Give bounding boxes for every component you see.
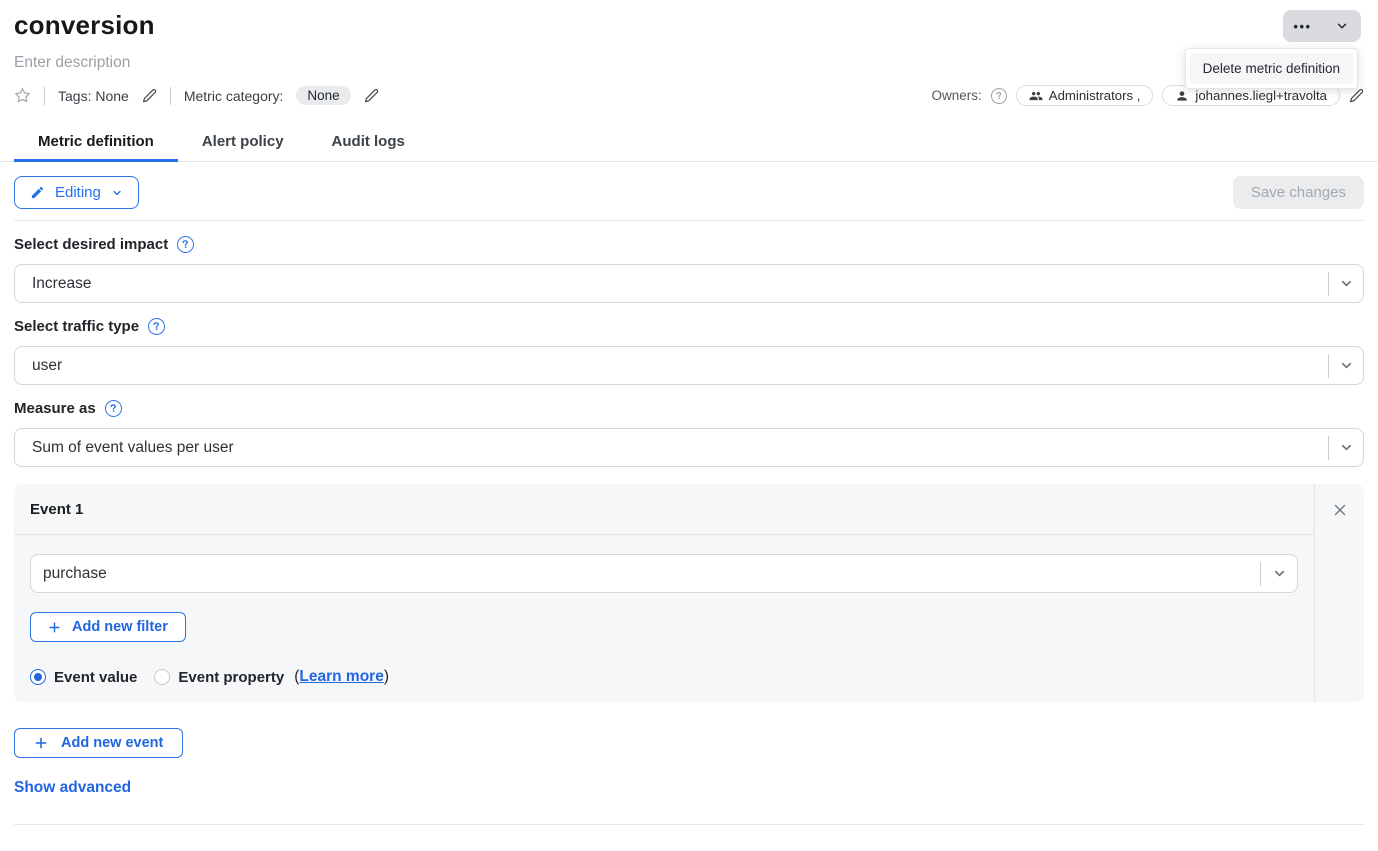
person-icon	[1175, 89, 1189, 103]
add-new-event-button[interactable]: Add new event	[14, 728, 183, 758]
owner-pill-group[interactable]: Administrators ,	[1016, 85, 1154, 106]
owners-label: Owners:	[932, 88, 982, 103]
event-card-main: Event 1 purchase Add new filter	[14, 484, 1315, 702]
event-card-title: Event 1	[14, 484, 1314, 535]
event-name-select[interactable]: purchase	[30, 554, 1298, 593]
editing-label: Editing	[55, 184, 101, 201]
tab-audit-logs[interactable]: Audit logs	[308, 131, 429, 161]
plus-icon	[34, 736, 48, 750]
more-actions-split-button: •••	[1283, 10, 1361, 42]
edit-category-button[interactable]	[364, 88, 379, 103]
traffic-label-text: Select traffic type	[14, 318, 139, 335]
traffic-field-label: Select traffic type ?	[14, 318, 1364, 335]
metric-category-badge[interactable]: None	[296, 86, 350, 105]
star-icon	[14, 87, 31, 104]
menu-item-delete-metric[interactable]: Delete metric definition	[1190, 53, 1353, 84]
measure-help-icon[interactable]: ?	[104, 399, 123, 418]
event-value-radio[interactable]	[30, 669, 46, 685]
tags-label: Tags: None	[58, 88, 129, 104]
add-new-filter-button[interactable]: Add new filter	[30, 612, 186, 642]
owner-group-name: Administrators ,	[1049, 88, 1141, 103]
meta-row: Tags: None Metric category: None Owners:…	[14, 85, 1364, 106]
traffic-select[interactable]: user	[14, 346, 1364, 385]
divider-vertical	[170, 87, 171, 105]
pencil-icon	[1349, 88, 1364, 103]
event-value-radio-label: Event value	[54, 669, 137, 686]
remove-event-button[interactable]	[1331, 501, 1349, 519]
divider-horizontal	[14, 824, 1364, 825]
page-header: conversion ••• Delete metric definition	[14, 0, 1364, 41]
edit-toolbar: Editing Save changes	[14, 176, 1364, 209]
radio-group-event-value: Event value	[30, 669, 137, 686]
more-actions-menu: Delete metric definition	[1185, 48, 1358, 89]
pencil-icon	[142, 88, 157, 103]
measure-select[interactable]: Sum of event values per user	[14, 428, 1364, 467]
impact-field-label: Select desired impact ?	[14, 236, 1364, 253]
divider-vertical	[44, 87, 45, 105]
event-name-value: purchase	[43, 565, 107, 583]
impact-help-icon[interactable]: ?	[176, 235, 195, 254]
event-card-rail	[1315, 484, 1364, 702]
description-placeholder[interactable]: Enter description	[14, 54, 1364, 72]
add-event-label: Add new event	[61, 735, 163, 751]
tab-bar: Metric definition Alert policy Audit log…	[0, 131, 1378, 162]
chevron-down-icon	[1261, 566, 1297, 581]
editing-mode-button[interactable]: Editing	[14, 176, 139, 209]
chevron-down-icon	[1335, 19, 1349, 33]
save-changes-button[interactable]: Save changes	[1233, 176, 1364, 209]
chevron-down-icon	[1329, 440, 1363, 455]
metric-category-label: Metric category:	[184, 88, 284, 104]
tab-alert-policy[interactable]: Alert policy	[178, 131, 308, 161]
traffic-help-icon[interactable]: ?	[147, 317, 166, 336]
more-actions-chevron-button[interactable]	[1322, 10, 1361, 42]
radio-group-event-property: Event property	[154, 669, 284, 686]
edit-tags-button[interactable]	[142, 88, 157, 103]
learn-more-suffix: )	[384, 668, 389, 685]
add-filter-label: Add new filter	[72, 619, 168, 635]
event-card-body: purchase Add new filter Event value	[14, 535, 1314, 686]
group-icon	[1029, 89, 1043, 103]
divider-horizontal	[14, 220, 1364, 221]
show-advanced-link[interactable]: Show advanced	[14, 779, 131, 797]
ellipsis-icon: •••	[1293, 19, 1311, 34]
learn-more-wrap: (Learn more)	[294, 668, 389, 686]
page-title: conversion	[14, 10, 1364, 41]
plus-icon	[48, 621, 61, 634]
traffic-select-value: user	[32, 357, 62, 375]
measure-field-label: Measure as ?	[14, 400, 1364, 417]
impact-label-text: Select desired impact	[14, 236, 168, 253]
more-actions-button[interactable]: •••	[1283, 10, 1322, 42]
impact-select[interactable]: Increase	[14, 264, 1364, 303]
measure-mode-radio-row: Event value Event property (Learn more)	[30, 668, 1298, 686]
learn-more-link[interactable]: Learn more	[299, 668, 383, 685]
pencil-icon	[364, 88, 379, 103]
tab-metric-definition[interactable]: Metric definition	[14, 131, 178, 161]
meta-left: Tags: None Metric category: None	[14, 86, 379, 105]
event-property-radio-label: Event property	[178, 669, 284, 686]
owners-help-icon[interactable]: ?	[990, 86, 1008, 104]
chevron-down-icon	[1329, 358, 1363, 373]
chevron-down-icon	[111, 187, 123, 199]
measure-label-text: Measure as	[14, 400, 96, 417]
impact-select-value: Increase	[32, 275, 91, 293]
owner-user-name: johannes.liegl+travolta	[1195, 88, 1327, 103]
edit-owners-button[interactable]	[1349, 88, 1364, 103]
event-property-radio[interactable]	[154, 669, 170, 685]
chevron-down-icon	[1329, 276, 1363, 291]
favorite-star-button[interactable]	[14, 87, 31, 104]
event-card: Event 1 purchase Add new filter	[14, 484, 1364, 702]
pencil-icon	[30, 185, 45, 200]
metric-definition-page: conversion ••• Delete metric definition …	[0, 0, 1378, 851]
measure-select-value: Sum of event values per user	[32, 439, 234, 457]
